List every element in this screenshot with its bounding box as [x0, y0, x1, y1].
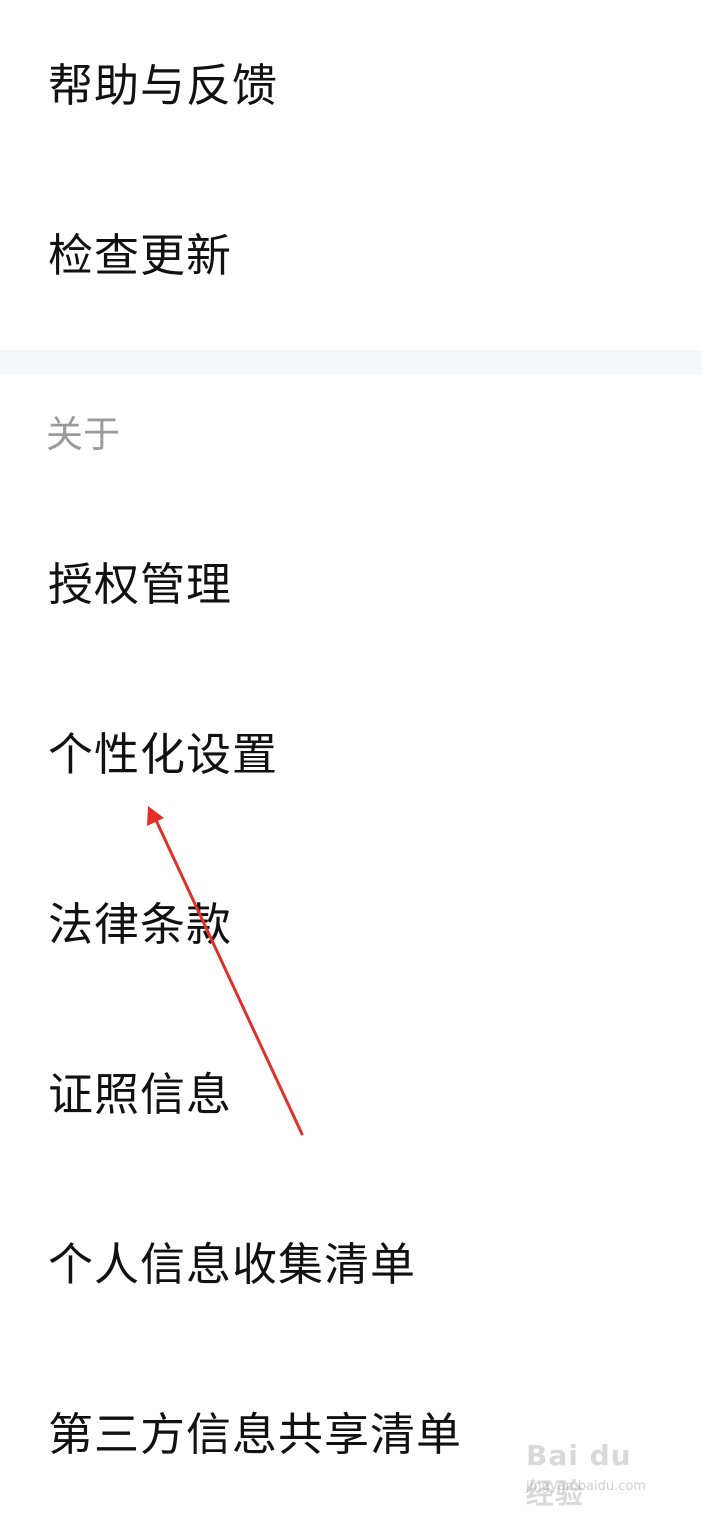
about-items-list: 授权管理 个性化设置 法律条款 证照信息 个人信息收集清单 第三方信息共享清单: [0, 499, 702, 1519]
menu-item-help-feedback[interactable]: 帮助与反馈: [0, 0, 702, 170]
section-title: 关于: [46, 413, 120, 456]
menu-item-authorization[interactable]: 授权管理: [0, 499, 702, 669]
settings-group-top: 帮助与反馈 检查更新: [0, 0, 702, 350]
menu-item-label: 检查更新: [48, 228, 233, 282]
menu-item-legal-terms[interactable]: 法律条款: [0, 839, 702, 1009]
menu-item-personalization[interactable]: 个性化设置: [0, 669, 702, 839]
menu-item-label: 个性化设置: [48, 727, 279, 781]
menu-item-personal-info-list[interactable]: 个人信息收集清单: [0, 1179, 702, 1349]
menu-item-third-party-sharing-list[interactable]: 第三方信息共享清单: [0, 1349, 702, 1519]
menu-item-label: 证照信息: [48, 1067, 233, 1121]
menu-item-label: 授权管理: [48, 557, 233, 611]
settings-screen: 帮助与反馈 检查更新 关于 授权管理 个性化设置 法律条款 证照信息 个人信息收…: [0, 0, 702, 1519]
about-section: 关于 授权管理 个性化设置 法律条款 证照信息 个人信息收集清单 第三方信息共享…: [0, 374, 702, 1519]
section-divider: [0, 350, 702, 374]
menu-item-label: 法律条款: [48, 897, 233, 951]
menu-item-check-update[interactable]: 检查更新: [0, 170, 702, 340]
menu-item-label: 个人信息收集清单: [48, 1237, 417, 1291]
section-header-about: 关于: [0, 374, 702, 499]
menu-item-license-info[interactable]: 证照信息: [0, 1009, 702, 1179]
menu-item-label: 帮助与反馈: [48, 58, 279, 112]
menu-item-label: 第三方信息共享清单: [48, 1407, 463, 1461]
